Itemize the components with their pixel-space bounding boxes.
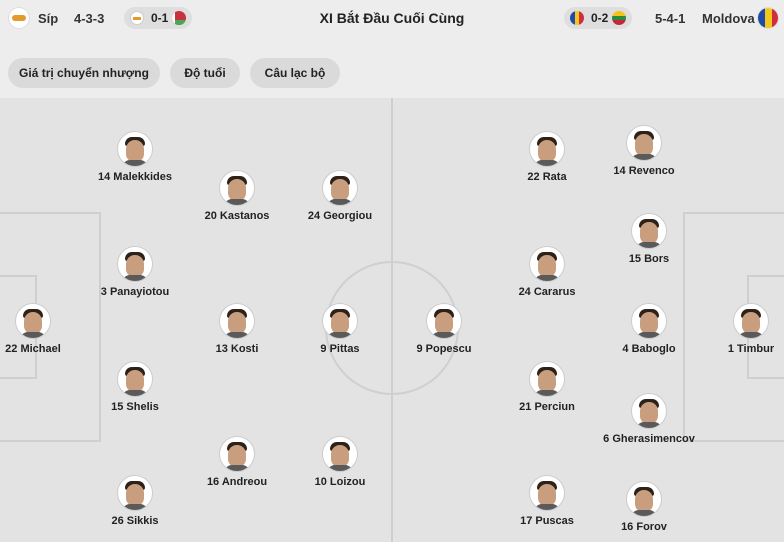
lithuania-flag-icon xyxy=(612,11,626,25)
player-away[interactable]: 24 Cararus xyxy=(492,246,602,298)
player-home[interactable]: 24 Georgiou xyxy=(285,170,395,222)
player-home[interactable]: 16 Andreou xyxy=(182,436,292,488)
player-photo xyxy=(117,246,153,282)
player-name: 15 Bors xyxy=(628,253,670,265)
player-home[interactable]: 14 Malekkides xyxy=(80,131,190,183)
player-home[interactable]: 22 Michael xyxy=(0,303,88,355)
player-name: 15 Shelis xyxy=(111,401,159,413)
player-name: 13 Kosti xyxy=(215,343,259,355)
player-photo xyxy=(631,393,667,429)
player-name: 24 Cararus xyxy=(518,286,576,298)
player-photo xyxy=(626,481,662,517)
player-name: 1 Timbur xyxy=(727,343,775,355)
player-home[interactable]: 15 Shelis xyxy=(80,361,190,413)
player-away[interactable]: 6 Gherasimencov xyxy=(594,393,704,445)
player-photo xyxy=(117,131,153,167)
player-name: 26 Sikkis xyxy=(111,515,159,527)
player-photo xyxy=(219,170,255,206)
player-away[interactable]: 14 Revenco xyxy=(589,125,699,177)
player-photo xyxy=(322,303,358,339)
player-away[interactable]: 16 Forov xyxy=(589,481,699,533)
player-photo xyxy=(529,246,565,282)
player-home[interactable]: 13 Kosti xyxy=(182,303,292,355)
away-recent-result-pill[interactable]: 0-2 xyxy=(564,7,632,29)
player-photo xyxy=(631,213,667,249)
player-name: 22 Michael xyxy=(5,343,61,355)
player-photo xyxy=(219,436,255,472)
player-photo xyxy=(426,303,462,339)
player-away[interactable]: 21 Perciun xyxy=(492,361,602,413)
player-name: 14 Revenco xyxy=(613,165,675,177)
player-away[interactable]: 22 Rata xyxy=(492,131,602,183)
player-away[interactable]: 9 Popescu xyxy=(389,303,499,355)
player-name: 4 Baboglo xyxy=(622,343,676,355)
player-name: 21 Perciun xyxy=(519,401,575,413)
player-photo xyxy=(529,475,565,511)
player-photo xyxy=(15,303,51,339)
player-photo xyxy=(322,436,358,472)
player-away[interactable]: 1 Timbur xyxy=(696,303,784,355)
lineup-header: Síp 4-3-3 0-1 XI Bắt Đầu Cuối Cùng 0-2 5… xyxy=(0,0,784,40)
player-home[interactable]: 26 Sikkis xyxy=(80,475,190,527)
player-name: 16 Forov xyxy=(621,521,667,533)
player-photo xyxy=(529,131,565,167)
tab-age[interactable]: Độ tuổi xyxy=(170,58,240,88)
player-name: 16 Andreou xyxy=(206,476,268,488)
tab-club[interactable]: Câu lạc bộ xyxy=(250,58,340,88)
player-photo xyxy=(117,361,153,397)
player-away[interactable]: 15 Bors xyxy=(594,213,704,265)
player-away[interactable]: 4 Baboglo xyxy=(594,303,704,355)
player-name: 3 Panayiotou xyxy=(100,286,170,298)
player-name: 22 Rata xyxy=(527,171,567,183)
player-photo xyxy=(219,303,255,339)
player-name: 10 Loizou xyxy=(314,476,366,488)
player-photo xyxy=(529,361,565,397)
player-photo xyxy=(322,170,358,206)
player-photo xyxy=(631,303,667,339)
player-name: 20 Kastanos xyxy=(204,210,270,222)
player-name: 14 Malekkides xyxy=(98,171,172,183)
away-recent-score: 0-2 xyxy=(591,11,609,25)
player-home[interactable]: 10 Loizou xyxy=(285,436,395,488)
player-photo xyxy=(626,125,662,161)
moldova-flag-icon xyxy=(757,7,779,29)
player-name: 9 Popescu xyxy=(416,343,472,355)
player-photo xyxy=(733,303,769,339)
player-name: 17 Puscas xyxy=(520,515,574,527)
player-photo xyxy=(117,475,153,511)
player-home[interactable]: 3 Panayiotou xyxy=(80,246,190,298)
player-name: 24 Georgiou xyxy=(307,210,373,222)
player-name: 6 Gherasimencov xyxy=(603,433,695,445)
moldova-flag-icon xyxy=(570,11,584,25)
away-team-name[interactable]: Moldova xyxy=(702,11,755,26)
away-formation: 5-4-1 xyxy=(655,11,686,26)
player-home[interactable]: 20 Kastanos xyxy=(182,170,292,222)
player-away[interactable]: 17 Puscas xyxy=(492,475,602,527)
tab-transfer-value[interactable]: Giá trị chuyển nhượng xyxy=(8,58,160,88)
player-home[interactable]: 9 Pittas xyxy=(285,303,395,355)
player-name: 9 Pittas xyxy=(320,343,360,355)
